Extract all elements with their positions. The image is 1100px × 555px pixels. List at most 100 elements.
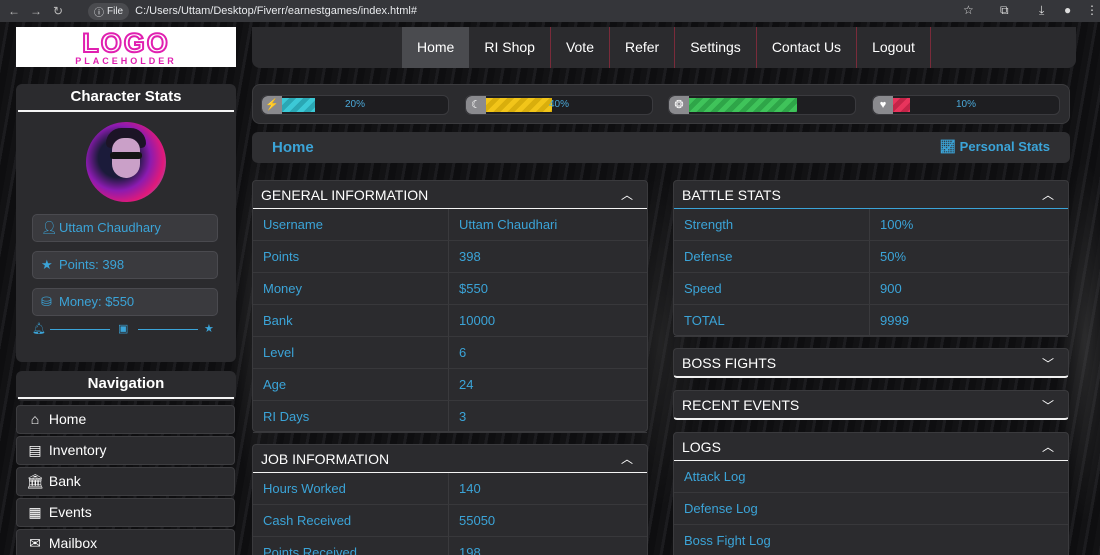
- address-bar[interactable]: ⓘ File C:/Users/Uttam/Desktop/Fiverr/earn…: [88, 2, 986, 20]
- money-label: Money: $550: [59, 294, 135, 309]
- avatar[interactable]: [86, 122, 166, 202]
- inbox-icon[interactable]: ▣: [118, 322, 128, 335]
- browser-toolbar: ← → ↻ ⓘ File C:/Users/Uttam/Desktop/Fiver…: [0, 0, 1100, 22]
- row-value: 100%: [880, 217, 914, 232]
- chevron-down-icon[interactable]: ﹀: [1042, 355, 1054, 372]
- logo[interactable]: LOGO PLACEHOLDER: [16, 27, 236, 67]
- extensions-icon[interactable]: ⧉: [1000, 3, 1009, 18]
- row-label: Points: [253, 241, 449, 272]
- chevron-up-icon[interactable]: ︿: [1042, 181, 1054, 209]
- profile-avatar[interactable]: ●: [1064, 3, 1071, 17]
- table-row: Defense 50%: [674, 241, 1068, 273]
- chevron-up-icon[interactable]: ︿: [1042, 433, 1054, 461]
- row-value: 3: [459, 409, 467, 424]
- general-information-header[interactable]: GENERAL INFORMATION ︿: [253, 181, 647, 209]
- money-button[interactable]: ⛁ Money: $550: [32, 288, 218, 316]
- row-label: Money: [253, 273, 449, 304]
- navigation-title: Navigation: [18, 371, 234, 399]
- forward-icon[interactable]: →: [28, 4, 44, 18]
- row-value: 9999: [880, 313, 909, 328]
- back-icon[interactable]: ←: [6, 4, 22, 18]
- home-header: Home 📈︎ Personal Stats: [252, 132, 1070, 163]
- table-row: TOTAL 9999: [674, 305, 1068, 337]
- row-value: $550: [459, 281, 488, 296]
- row-value: 50%: [880, 249, 907, 264]
- boss-fights-header[interactable]: BOSS FIGHTS ﹀: [673, 348, 1069, 378]
- menu-vote[interactable]: Vote: [551, 27, 610, 68]
- logo-subtext: PLACEHOLDER: [75, 56, 177, 66]
- bookmark-star-icon[interactable]: ☆: [963, 3, 974, 17]
- nav-mailbox[interactable]: ✉ Mailbox: [16, 529, 235, 555]
- menu-kebab-icon[interactable]: ⋮: [1086, 3, 1098, 17]
- chevron-up-icon[interactable]: ︿: [621, 445, 633, 473]
- menu-home[interactable]: Home: [402, 27, 470, 68]
- general-information-table: Username Uttam Chaudhari Points 398 Money $55…: [253, 209, 647, 433]
- points-button[interactable]: ★ Points: 398: [32, 251, 218, 279]
- battle-stats-card: BATTLE STATS ︿ Strength 100% Defense 50% Spee…: [673, 180, 1069, 337]
- attack-log-link[interactable]: Attack Log: [674, 461, 1068, 493]
- nav-events[interactable]: ▦ Events: [16, 498, 235, 527]
- defense-log-link[interactable]: Defense Log: [674, 493, 1068, 525]
- nerve-bar: ☾ 40%: [465, 95, 653, 115]
- table-row: RI Days 3: [253, 401, 647, 433]
- nerve-percent: 40%: [548, 99, 569, 110]
- character-icon-row: 🔔︎ ▣ ★: [32, 322, 218, 336]
- row-value: 198: [459, 545, 481, 555]
- nav-home[interactable]: ⌂ Home: [16, 405, 235, 434]
- row-label: TOTAL: [674, 305, 870, 336]
- menu-settings[interactable]: Settings: [675, 27, 757, 68]
- table-row: Strength 100%: [674, 209, 1068, 241]
- bell-icon[interactable]: 🔔︎: [32, 322, 46, 335]
- menu-refer[interactable]: Refer: [610, 27, 676, 68]
- status-bars: ⚡ 20% ☾ 40% ❂ ♥ 10%: [252, 84, 1070, 124]
- energy-bar: ⚡ 20%: [261, 95, 449, 115]
- character-stats-panel: Character Stats 👤︎Uttam Chaudhary ★ Point…: [16, 84, 236, 362]
- file-chip[interactable]: ⓘ File: [88, 2, 130, 20]
- character-name: Uttam Chaudhary: [59, 220, 161, 235]
- row-value: Uttam Chaudhari: [459, 217, 558, 232]
- health-bar: ♥ 10%: [872, 95, 1060, 115]
- row-value: 24: [459, 377, 474, 392]
- user-icon: 👤︎: [41, 220, 58, 235]
- chevron-down-icon[interactable]: ﹀: [1042, 397, 1054, 414]
- top-menu: Home RI Shop Vote Refer Settings Contact…: [252, 27, 1076, 68]
- boss-fights-title: BOSS FIGHTS: [682, 355, 777, 371]
- personal-stats-link[interactable]: 📈︎ Personal Stats: [940, 139, 1050, 155]
- avatar-glasses: [110, 152, 142, 159]
- table-row: Age 24: [253, 369, 647, 401]
- recent-events-header[interactable]: RECENT EVENTS ﹀: [673, 390, 1069, 420]
- character-name-button[interactable]: 👤︎Uttam Chaudhary: [32, 214, 218, 242]
- nav-bank-label: Bank: [48, 473, 81, 489]
- logs-title: LOGS: [682, 439, 721, 455]
- job-information-card: JOB INFORMATION ︿ Hours Worked 140 Cash Rec…: [252, 444, 648, 555]
- points-label: Points: 398: [59, 257, 125, 272]
- menu-logout[interactable]: Logout: [857, 27, 931, 68]
- row-label: Bank: [253, 305, 449, 336]
- nav-inventory[interactable]: ▤ Inventory: [16, 436, 235, 465]
- star-icon[interactable]: ★: [204, 322, 214, 335]
- table-row: Level 6: [253, 337, 647, 369]
- general-information-title: GENERAL INFORMATION: [261, 187, 429, 203]
- row-label: Defense: [674, 241, 870, 272]
- download-icon[interactable]: ⤓: [1039, 3, 1044, 18]
- row-value: 900: [880, 281, 902, 296]
- logo-text: LOGO: [81, 28, 170, 58]
- row-value: 55050: [459, 513, 496, 528]
- nav-bank[interactable]: 🏛︎ Bank: [16, 467, 235, 496]
- table-row: Speed 900: [674, 273, 1068, 305]
- chart-line-icon: 📈︎: [939, 139, 960, 154]
- battle-stats-header[interactable]: BATTLE STATS ︿: [674, 181, 1068, 209]
- menu-ri-shop[interactable]: RI Shop: [469, 27, 551, 68]
- job-information-title: JOB INFORMATION: [261, 451, 390, 467]
- logs-header[interactable]: LOGS ︿: [674, 433, 1068, 461]
- job-information-header[interactable]: JOB INFORMATION ︿: [253, 445, 647, 473]
- reload-icon[interactable]: ↻: [50, 4, 66, 18]
- row-label: Cash Received: [253, 505, 449, 536]
- boss-fight-log-link[interactable]: Boss Fight Log: [674, 525, 1068, 555]
- chevron-up-icon[interactable]: ︿: [621, 181, 633, 209]
- row-label: Points Received: [253, 537, 449, 555]
- url-text[interactable]: C:/Users/Uttam/Desktop/Fiverr/earnestgam…: [135, 5, 417, 17]
- table-row: Username Uttam Chaudhari: [253, 209, 647, 241]
- personal-stats-label: Personal Stats: [959, 139, 1050, 154]
- menu-contact-us[interactable]: Contact Us: [757, 27, 858, 68]
